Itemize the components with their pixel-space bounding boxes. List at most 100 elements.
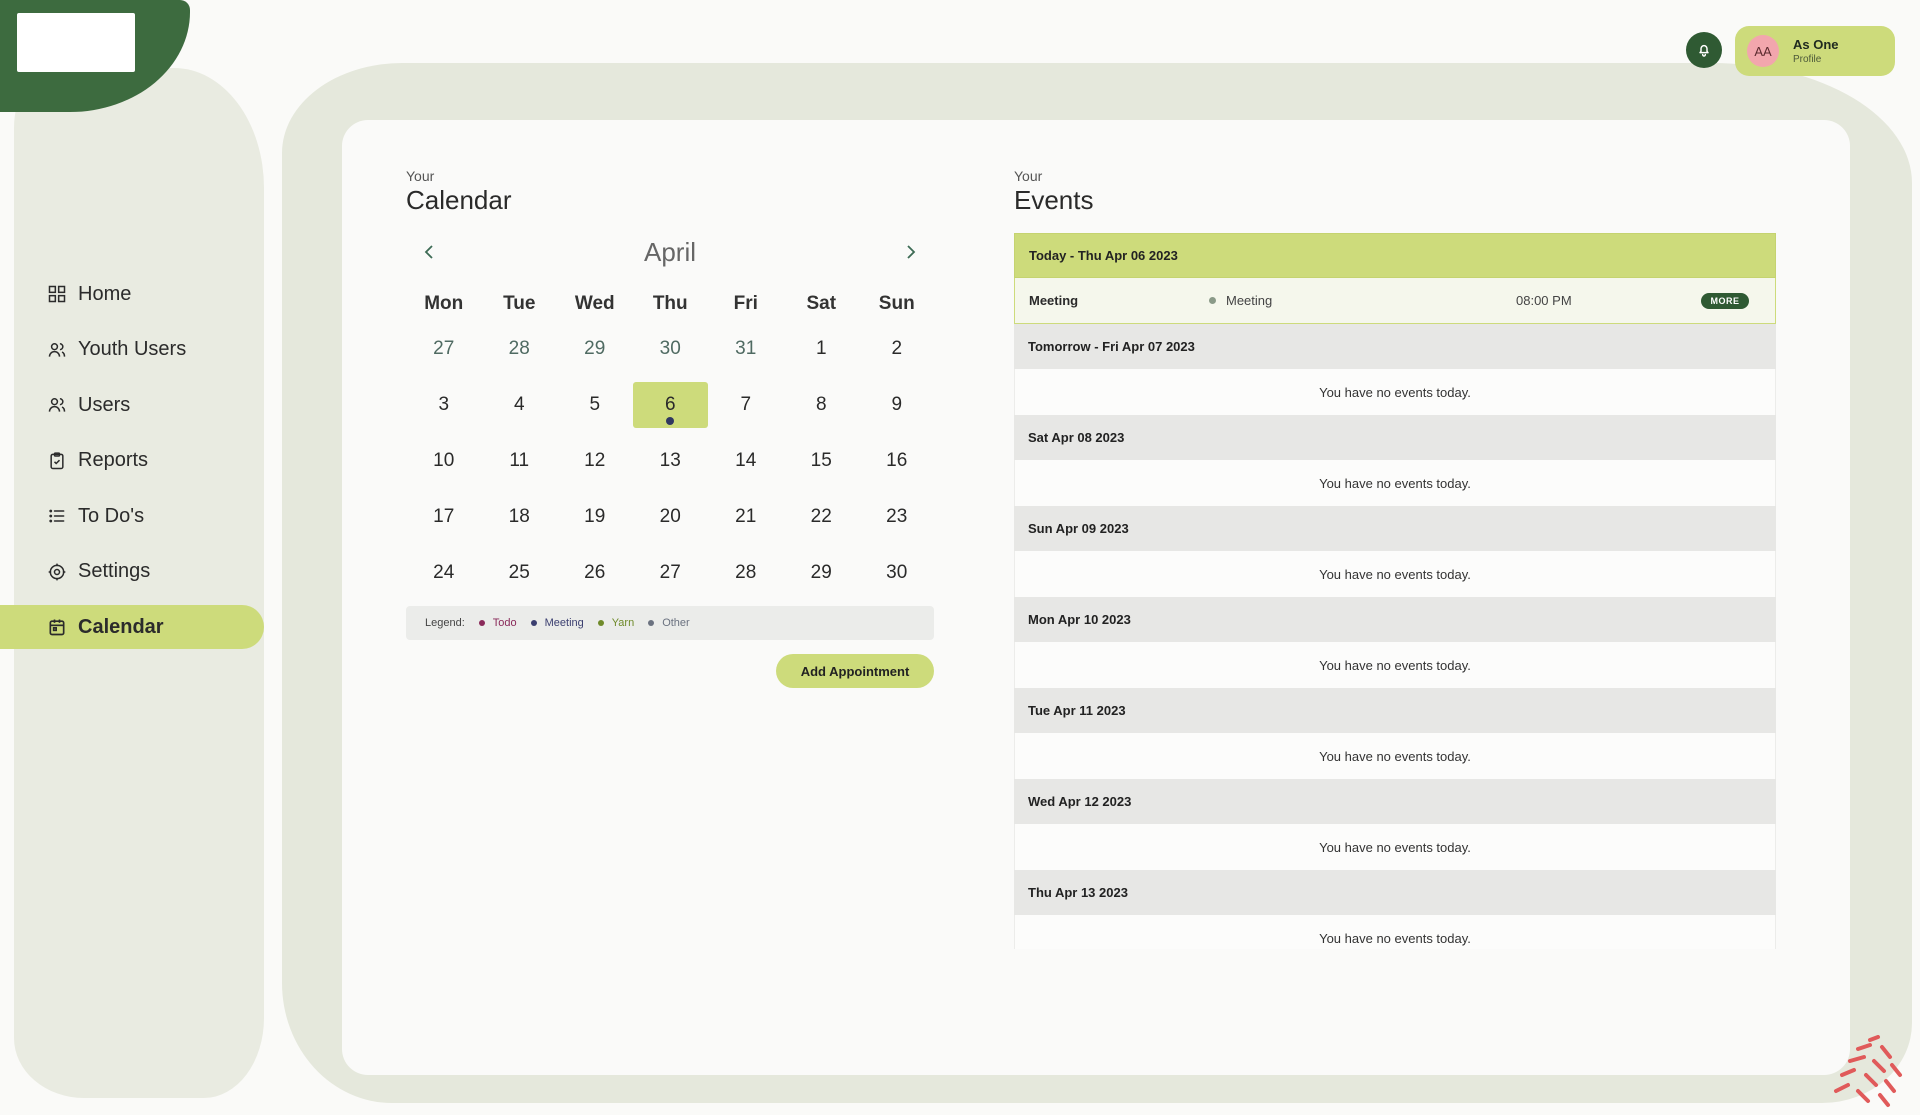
calendar-day[interactable]: 21 [708, 494, 784, 540]
calendar-day[interactable]: 27 [406, 326, 482, 372]
legend-label: Legend: [425, 617, 465, 629]
weekday-header: Sun [878, 293, 915, 314]
calendar-day[interactable]: 30 [633, 326, 709, 372]
day-number: 25 [508, 562, 530, 583]
calendar-day[interactable]: 31 [708, 326, 784, 372]
legend-item-other: Other [648, 617, 690, 629]
more-button[interactable]: MORE [1701, 292, 1749, 309]
day-number: 6 [664, 394, 676, 415]
sidebar-item-reports[interactable]: Reports [0, 439, 265, 483]
event-day-heading: Wed Apr 12 2023 [1014, 779, 1776, 824]
calendar-day[interactable]: 28 [482, 326, 558, 372]
sidebar-item-label: Youth Users [78, 338, 187, 360]
sidebar-item-label: Home [78, 282, 132, 305]
logo[interactable] [17, 13, 135, 72]
day-number: 14 [735, 450, 757, 471]
legend-item-todo: Todo [478, 617, 517, 629]
sidebar-item-youth-users[interactable]: Youth Users [0, 328, 265, 372]
calendar-day[interactable]: 26 [557, 550, 633, 596]
events-title: Events [1014, 185, 1094, 215]
calendar-day[interactable]: 20 [633, 494, 709, 540]
sidebar-item-label: Calendar [78, 615, 164, 638]
sidebar-item-settings[interactable]: Settings [0, 550, 265, 594]
sidebar-item-todos[interactable]: To Do's [0, 494, 265, 538]
calendar-day[interactable]: 24 [406, 550, 482, 596]
day-number: 31 [735, 338, 757, 359]
calendar-panel: Your Calendar April Mon Tue Wed Thu Fri Sat Su… [406, 168, 934, 688]
calendar-title: Calendar [406, 185, 512, 215]
day-number: 11 [509, 450, 530, 471]
calendar-legend: Legend: Todo Meeting Yarn Other [406, 606, 934, 640]
event-type-label: Meeting [1226, 293, 1273, 308]
day-number: 3 [438, 394, 450, 415]
legend-item-yarn: Yarn [597, 617, 634, 629]
day-number: 8 [815, 394, 827, 415]
day-number: 24 [433, 562, 455, 583]
calendar-day[interactable]: 9 [859, 382, 935, 428]
calendar-day[interactable]: 22 [784, 494, 860, 540]
next-month-button[interactable] [898, 240, 922, 264]
event-row[interactable]: Meeting Meeting 08:00 PM MORE [1014, 278, 1776, 324]
day-number: 28 [508, 338, 530, 359]
day-number: 23 [886, 506, 908, 527]
day-number: 7 [740, 394, 752, 415]
calendar-day[interactable]: 18 [482, 494, 558, 540]
event-time: 08:00 PM [1516, 293, 1572, 308]
calendar-day[interactable]: 19 [557, 494, 633, 540]
calendar-day[interactable]: 4 [482, 382, 558, 428]
calendar-day[interactable]: 17 [406, 494, 482, 540]
calendar-day[interactable]: 7 [708, 382, 784, 428]
event-marker [666, 417, 675, 425]
sidebar-item-calendar[interactable]: Calendar [0, 605, 264, 649]
calendar-day[interactable]: 30 [859, 550, 935, 596]
calendar-day[interactable]: 16 [859, 438, 935, 484]
day-number: 30 [886, 562, 908, 583]
prev-month-button[interactable] [418, 240, 442, 264]
calendar-day[interactable]: 3 [406, 382, 482, 428]
event-day-heading: Tue Apr 11 2023 [1014, 688, 1776, 733]
calendar-day[interactable]: 12 [557, 438, 633, 484]
day-number: 22 [810, 506, 832, 527]
legend-item-meeting: Meeting [530, 617, 584, 629]
calendar-day[interactable]: 11 [482, 438, 558, 484]
calendar-day-today[interactable]: 6 [632, 382, 708, 428]
add-appointment-button[interactable]: Add Appointment [776, 654, 934, 688]
calendar-day[interactable]: 14 [708, 438, 784, 484]
calendar-day[interactable]: 29 [557, 326, 633, 372]
calendar-day[interactable]: 29 [784, 550, 860, 596]
day-number: 5 [589, 394, 601, 415]
sidebar-item-home[interactable]: Home [0, 272, 265, 316]
calendar-day[interactable]: 15 [784, 438, 860, 484]
sidebar-item-users[interactable]: Users [0, 383, 265, 427]
legend-text: Meeting [544, 617, 584, 629]
calendar-eyebrow: Your [406, 168, 435, 184]
weekday-header: Sat [806, 293, 837, 314]
weekday-header: Fri [733, 293, 758, 314]
day-number: 29 [584, 338, 606, 359]
profile-name: As One [1793, 37, 1839, 52]
events-eyebrow: Your [1014, 168, 1043, 184]
calendar-grid: Mon Tue Wed Thu Fri Sat Sun 27 28 29 30 31 1 2 3 4 5 6 7 8 9… [406, 282, 934, 606]
calendar-day[interactable]: 10 [406, 438, 482, 484]
calendar-day[interactable]: 8 [784, 382, 860, 428]
calendar-day[interactable]: 28 [708, 550, 784, 596]
event-day-heading: Sun Apr 09 2023 [1014, 506, 1776, 551]
profile-button[interactable]: AA As One Profile [1735, 26, 1895, 76]
calendar-day[interactable]: 1 [784, 326, 860, 372]
calendar-day[interactable]: 23 [859, 494, 935, 540]
legend-text: Todo [492, 617, 517, 629]
calendar-day[interactable]: 2 [859, 326, 935, 372]
weekday-header: Tue [503, 293, 536, 314]
day-number: 28 [735, 562, 757, 583]
events-list: Today - Thu Apr 06 2023 Meeting Meeting 08:… [1014, 233, 1776, 949]
calendar-day[interactable]: 13 [633, 438, 709, 484]
calendar-day[interactable]: 25 [482, 550, 558, 596]
calendar-day[interactable]: 27 [633, 550, 709, 596]
legend-bullet [530, 620, 537, 626]
sidebar-item-label: Users [78, 393, 131, 416]
month-navigator: April [406, 234, 934, 270]
legend-text: Other [662, 617, 690, 629]
day-number: 16 [886, 450, 908, 471]
notification-button[interactable] [1686, 32, 1722, 68]
calendar-day[interactable]: 5 [557, 382, 633, 428]
